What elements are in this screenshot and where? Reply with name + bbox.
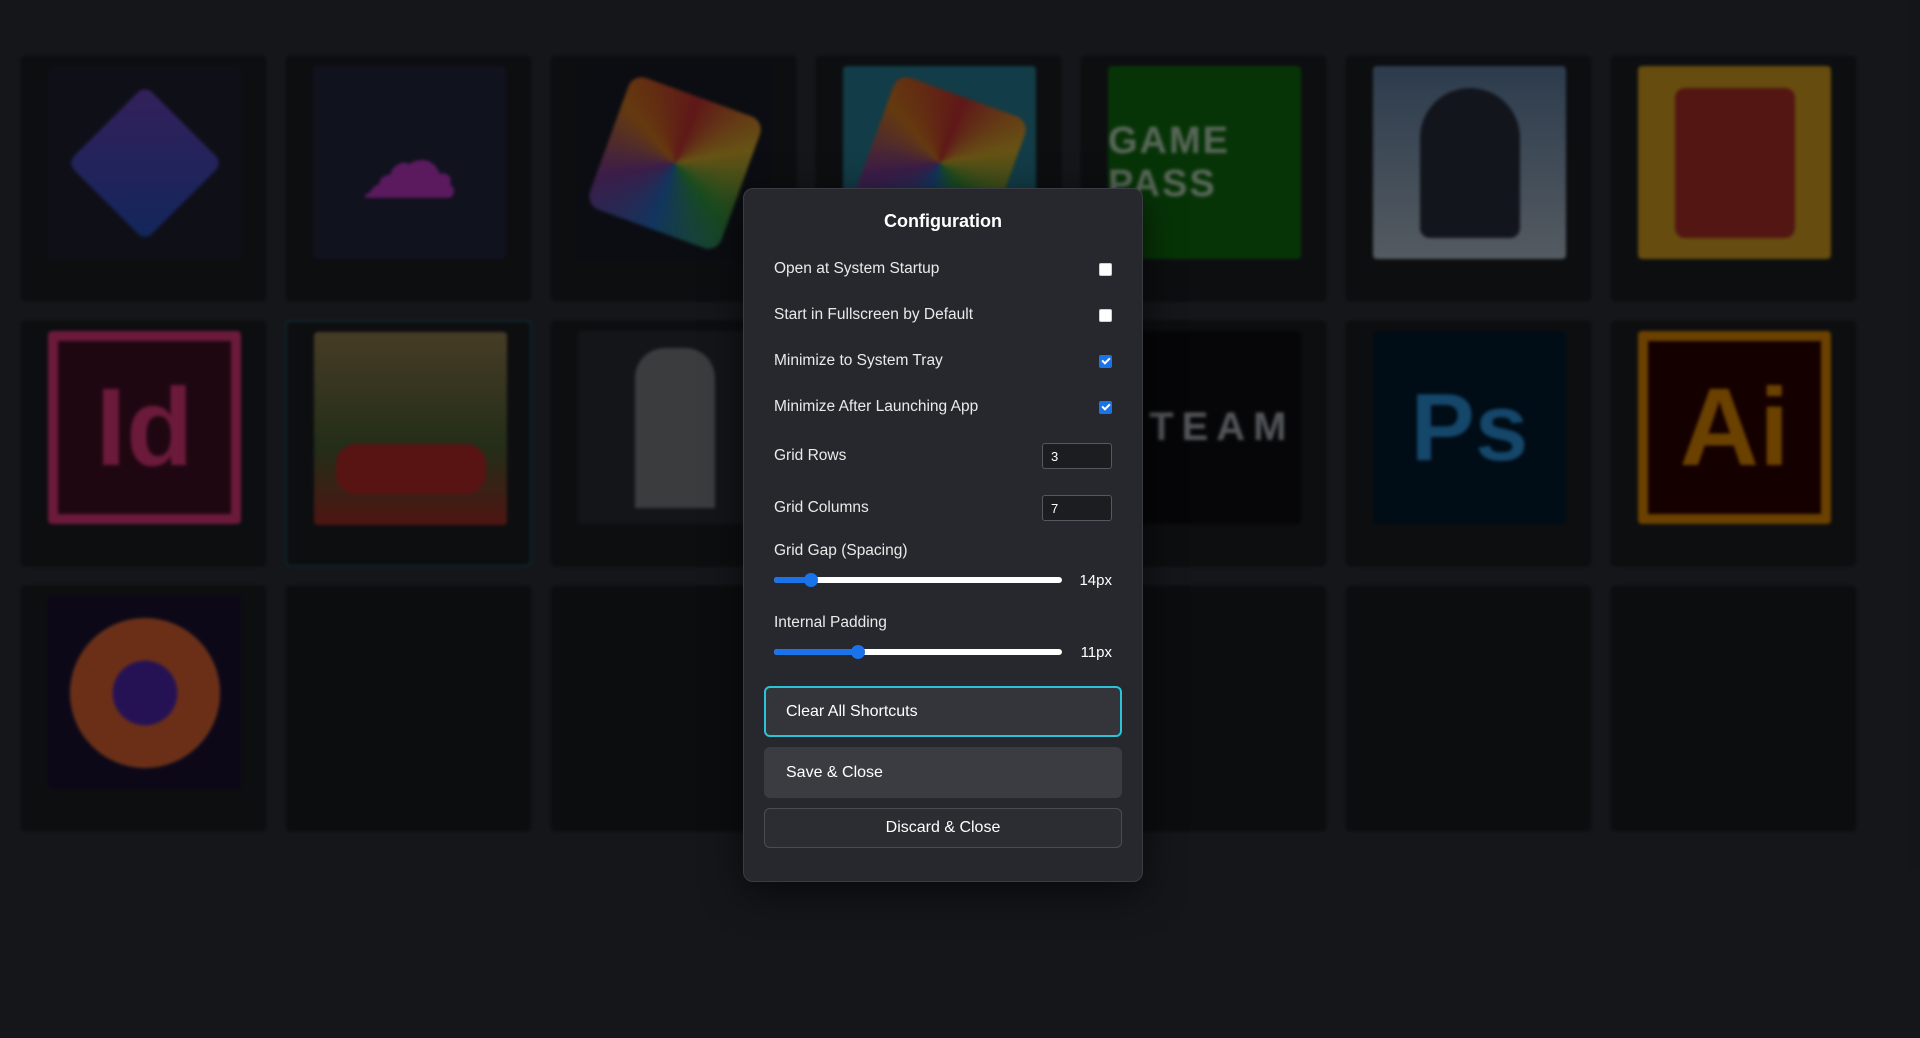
internal-padding-label: Internal Padding <box>774 614 887 631</box>
grid-columns-label: Grid Columns <box>774 499 869 516</box>
grid-gap-value: 14px <box>1079 571 1112 589</box>
grid-rows-label: Grid Rows <box>774 447 847 464</box>
grid-gap-control: Grid Gap (Spacing) 14px <box>764 542 1122 590</box>
indesign-icon: Id <box>48 331 241 524</box>
save-and-close-button[interactable]: Save & Close <box>764 747 1122 798</box>
option-open-at-startup[interactable]: Open at System Startup <box>764 246 1122 292</box>
empty-tile <box>285 585 532 832</box>
grid-rows-input[interactable] <box>1042 443 1112 469</box>
icon-glyph <box>634 347 715 508</box>
game-cover-icon <box>1373 66 1566 259</box>
app-tile[interactable] <box>1610 55 1857 302</box>
grid-gap-slider[interactable] <box>774 573 1062 587</box>
app-tile[interactable]: Ai <box>1610 320 1857 567</box>
internal-padding-value: 11px <box>1080 643 1112 661</box>
app-tile[interactable]: ☁ <box>285 55 532 302</box>
icon-glyph <box>69 617 220 768</box>
app-tile[interactable]: Id <box>20 320 267 567</box>
option-label: Minimize After Launching App <box>774 398 979 415</box>
internal-padding-slider[interactable] <box>774 645 1062 659</box>
cloudmoe-icon: ☁ <box>313 66 506 259</box>
slider-fill <box>774 649 858 655</box>
discard-and-close-button[interactable]: Discard & Close <box>764 808 1122 848</box>
open-at-startup-checkbox[interactable] <box>1099 262 1112 276</box>
game-cover-icon <box>1638 66 1831 259</box>
dialog-title: Configuration <box>884 211 1002 231</box>
clear-all-shortcuts-button[interactable]: Clear All Shortcuts <box>764 686 1122 737</box>
option-label: Open at System Startup <box>774 260 940 277</box>
option-label: Start in Fullscreen by Default <box>774 306 974 323</box>
app-tile[interactable] <box>20 55 267 302</box>
icon-glyph <box>584 72 765 253</box>
app-tile[interactable] <box>285 320 532 567</box>
minimize-after-launch-checkbox[interactable] <box>1099 400 1112 414</box>
grid-columns-row: Grid Columns <box>764 482 1122 534</box>
start-fullscreen-checkbox[interactable] <box>1099 308 1112 322</box>
icon-glyph <box>335 443 486 494</box>
grid-gap-label: Grid Gap (Spacing) <box>774 542 908 559</box>
stremio-icon <box>48 66 241 259</box>
app-tile[interactable] <box>20 585 267 832</box>
icon-glyph <box>1419 87 1520 238</box>
app-tile[interactable] <box>1345 55 1592 302</box>
empty-tile <box>1610 585 1857 832</box>
illustrator-icon: Ai <box>1638 331 1831 524</box>
icon-glyph: Ai <box>1679 366 1790 489</box>
option-minimize-to-tray[interactable]: Minimize to System Tray <box>764 338 1122 384</box>
grid-rows-row: Grid Rows <box>764 430 1122 482</box>
empty-tile <box>1345 585 1592 832</box>
icon-glyph: ☁ <box>361 109 458 217</box>
configuration-dialog: Configuration Open at System Startup Sta… <box>743 188 1143 882</box>
app-tile[interactable]: Ps <box>1345 320 1592 567</box>
internal-padding-control: Internal Padding 11px <box>764 614 1122 662</box>
icon-glyph: Ps <box>1410 373 1529 481</box>
photoshop-icon: Ps <box>1373 331 1566 524</box>
option-start-fullscreen[interactable]: Start in Fullscreen by Default <box>764 292 1122 338</box>
forza-cover-icon <box>314 332 507 525</box>
icon-glyph <box>1674 87 1795 238</box>
firefox-icon <box>48 596 241 789</box>
grid-columns-input[interactable] <box>1042 495 1112 521</box>
option-label: Minimize to System Tray <box>774 352 943 369</box>
option-minimize-after-launch[interactable]: Minimize After Launching App <box>764 384 1122 430</box>
slider-thumb[interactable] <box>850 645 865 659</box>
icon-glyph <box>66 84 223 241</box>
minimize-to-tray-checkbox[interactable] <box>1099 354 1112 368</box>
slider-thumb[interactable] <box>804 573 819 587</box>
scrollbar[interactable] <box>1908 0 1920 870</box>
icon-glyph: Id <box>95 366 194 489</box>
